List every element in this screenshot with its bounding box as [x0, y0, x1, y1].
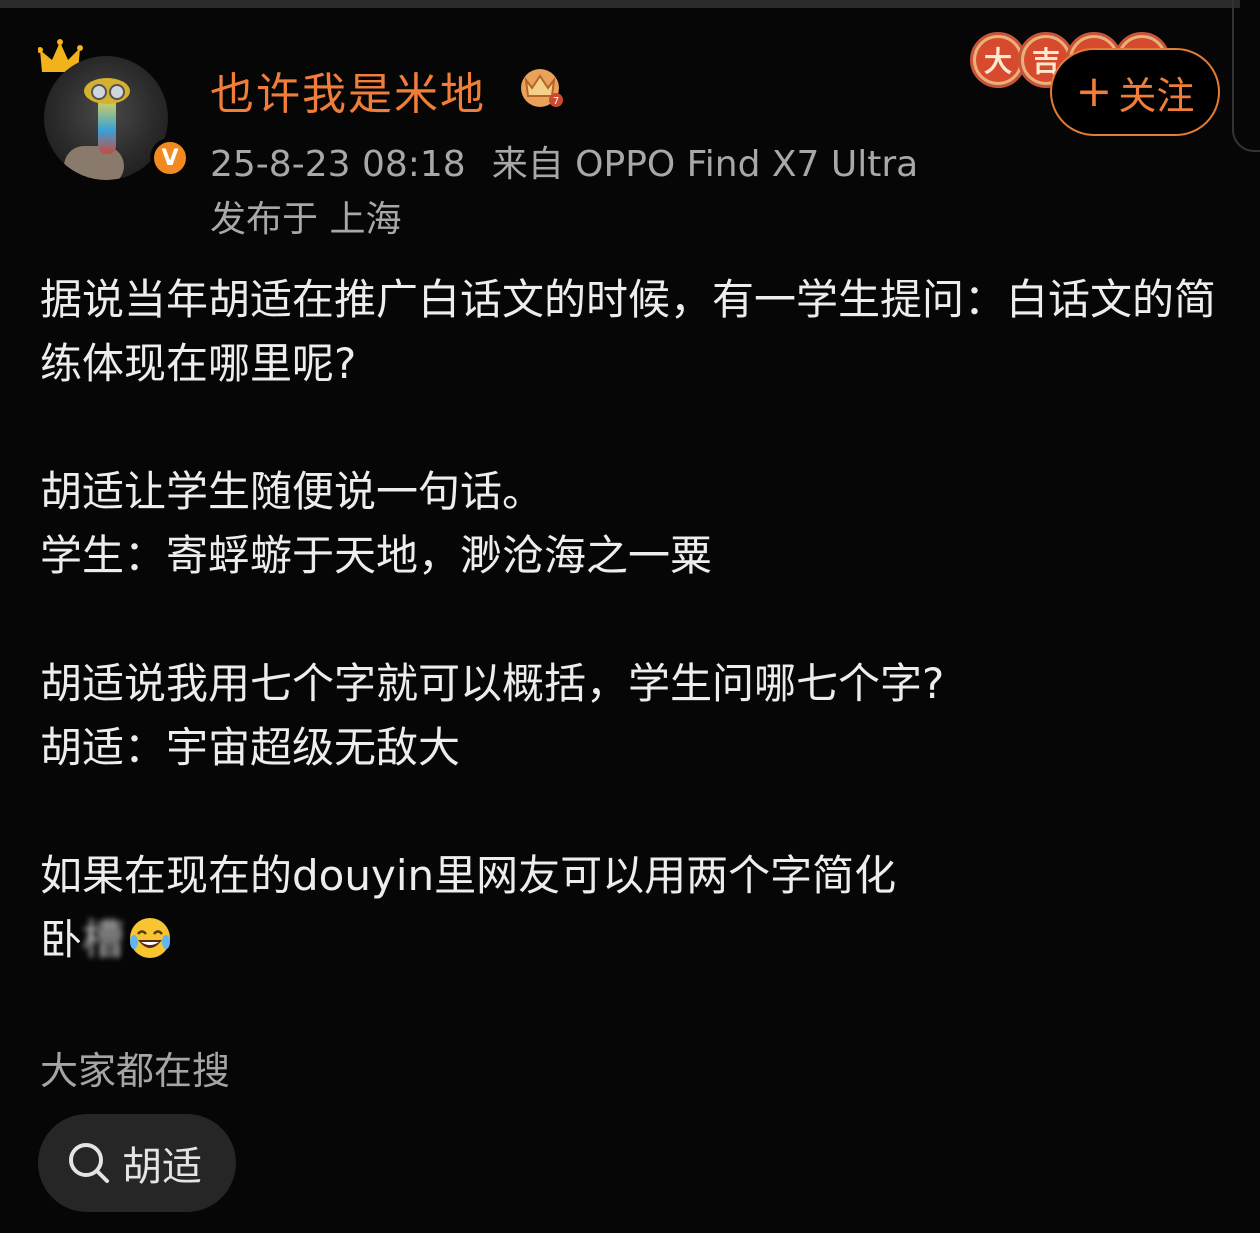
post-word-obscured: 槽: [82, 915, 125, 964]
post-source: 来自 OPPO Find X7 Ultra: [491, 144, 919, 185]
post-line: 胡适：宇宙超级无敌大: [40, 723, 461, 772]
post-line: 学生：寄蜉蝣于天地，渺沧海之一粟: [40, 531, 713, 580]
trending-search-heading: 大家都在搜: [40, 1049, 231, 1093]
avatar-container[interactable]: V: [38, 38, 190, 188]
verified-badge-icon: V: [150, 138, 190, 178]
post-word-visible: 卧: [40, 915, 83, 964]
post-meta: 25-8-23 08:18 来自 OPPO Find X7 Ultra: [210, 135, 918, 187]
post-line: 如果在现在的douyin里网友可以用两个字简化: [40, 851, 897, 900]
post-timestamp: 25-8-23 08:18: [210, 144, 466, 185]
search-icon: [69, 1143, 109, 1183]
username[interactable]: 也许我是米地: [210, 58, 486, 122]
post-paragraph: 据说当年胡适在推广白话文的时候，有一学生提问：白话文的简练体现在哪里呢?: [40, 275, 1217, 388]
post-location: 发布于 上海: [210, 199, 402, 240]
svg-text:7: 7: [553, 96, 559, 107]
post-body: 据说当年胡适在推广白话文的时候，有一学生提问：白话文的简练体现在哪里呢? 胡适让…: [40, 268, 1220, 972]
laughing-tears-emoji-icon: [130, 918, 171, 958]
search-chip[interactable]: 胡适: [38, 1114, 236, 1212]
post-line: 胡适让学生随便说一句话。: [40, 467, 545, 516]
follow-label: 关注: [1118, 73, 1195, 118]
plus-icon: +: [1075, 66, 1113, 117]
search-chip-label: 胡适: [122, 1144, 202, 1190]
follow-button[interactable]: + 关注: [1050, 48, 1220, 136]
top-divider: [0, 0, 1240, 8]
post-line: 胡适说我用七个字就可以概括，学生问哪七个字?: [40, 659, 945, 708]
scrollbar-edge: [1232, 0, 1260, 152]
vip-crown-icon: 7: [521, 69, 563, 107]
post-line: 卧槽: [40, 908, 1220, 972]
